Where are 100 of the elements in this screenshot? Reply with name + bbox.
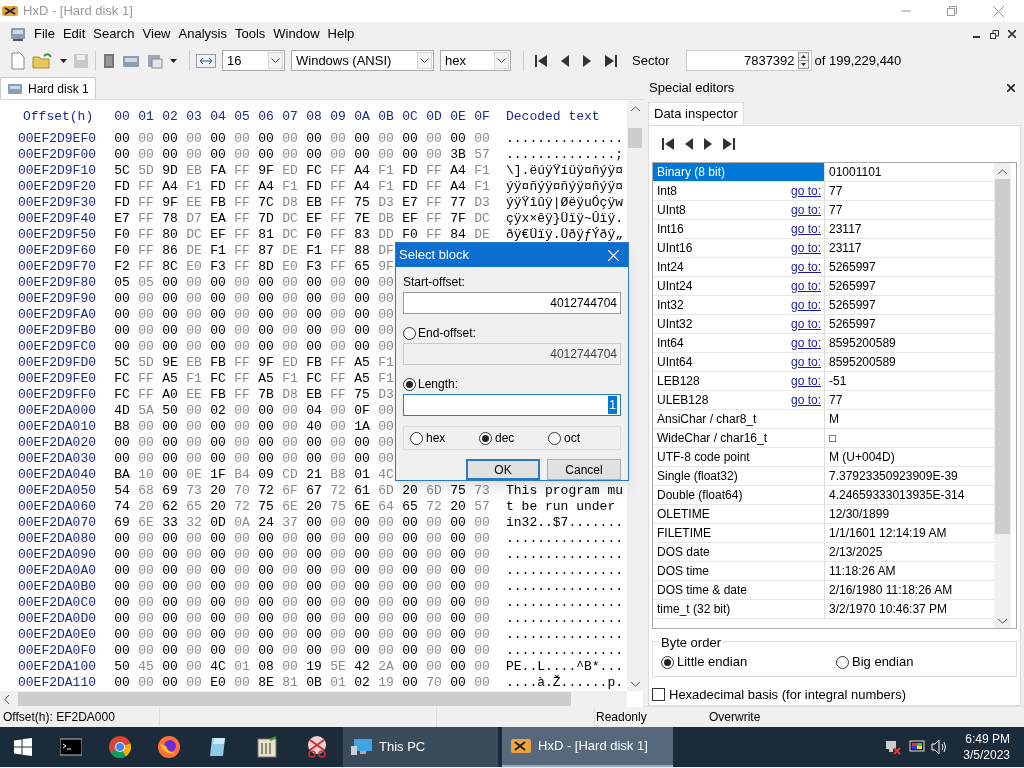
- display-icon[interactable]: [909, 739, 926, 755]
- offset-base-dropdown[interactable]: hex: [440, 50, 511, 71]
- previous-icon[interactable]: [560, 53, 570, 68]
- hex-byte: 00: [185, 290, 203, 309]
- scroll-thumb[interactable]: [628, 128, 642, 148]
- scroll-down-icon[interactable]: [998, 618, 1007, 624]
- go-to-link[interactable]: go to:: [790, 277, 821, 295]
- dropdown-arrow-icon[interactable]: [494, 52, 509, 69]
- scroll-thumb[interactable]: [995, 179, 1010, 534]
- go-to-link[interactable]: go to:: [790, 334, 821, 352]
- clock-date[interactable]: 3/5/2023: [963, 747, 1010, 763]
- menu-item[interactable]: View: [138, 24, 175, 44]
- menu-item[interactable]: File: [30, 24, 59, 44]
- browser-icon[interactable]: [109, 736, 131, 758]
- menu-item[interactable]: Analysis: [174, 24, 231, 44]
- radio-button[interactable]: [403, 326, 416, 340]
- menu-item[interactable]: Edit: [58, 24, 90, 44]
- go-to-link[interactable]: go to:: [790, 258, 821, 276]
- panel-tab[interactable]: Data inspector: [648, 102, 744, 125]
- scroll-up-icon[interactable]: [630, 106, 640, 112]
- input-field[interactable]: 1: [403, 394, 621, 416]
- go-to-link[interactable]: go to:: [790, 201, 821, 219]
- last-icon[interactable]: [604, 53, 618, 68]
- checkbox[interactable]: [652, 688, 665, 702]
- first-icon[interactable]: [534, 53, 548, 68]
- last-icon[interactable]: [722, 137, 736, 151]
- caret-icon[interactable]: [170, 58, 177, 63]
- cancel-button[interactable]: Cancel: [547, 459, 621, 480]
- go-to-link[interactable]: go to:: [790, 182, 821, 200]
- browser-icon[interactable]: [158, 736, 180, 758]
- sector-field[interactable]: 7837392: [685, 50, 812, 71]
- dropdown-arrow-icon[interactable]: [268, 52, 283, 69]
- go-to-link[interactable]: go to:: [790, 353, 821, 371]
- go-to-link[interactable]: go to:: [790, 220, 821, 238]
- radio-button[interactable]: [548, 431, 561, 445]
- go-to-link[interactable]: go to:: [790, 315, 821, 333]
- clock-time[interactable]: 6:49 PM: [965, 731, 1010, 747]
- bytes-per-row-dropdown[interactable]: 16: [222, 50, 285, 71]
- vertical-scrollbar[interactable]: [627, 100, 643, 691]
- caret-icon[interactable]: [60, 58, 67, 63]
- input-field[interactable]: 4012744704: [403, 343, 621, 365]
- next-icon[interactable]: [582, 53, 592, 68]
- network-icon[interactable]: [885, 739, 902, 755]
- go-to-link[interactable]: go to:: [790, 296, 821, 314]
- go-to-link[interactable]: go to:: [790, 391, 821, 409]
- scroll-thumb[interactable]: [18, 692, 571, 706]
- dropdown-arrow-icon[interactable]: [417, 52, 432, 69]
- hex-byte: 00: [161, 450, 179, 469]
- horizontal-scrollbar[interactable]: [0, 691, 627, 707]
- row-offset: 00EF2DA050: [17, 482, 97, 501]
- close-icon[interactable]: [1008, 30, 1016, 38]
- go-to-link[interactable]: go to:: [790, 372, 821, 390]
- document-tab[interactable]: Hard disk 1: [0, 77, 96, 99]
- hex-byte: 00: [353, 130, 371, 149]
- hex-byte: ED: [281, 162, 299, 181]
- document-icon[interactable]: [102, 52, 116, 69]
- taskbar-button[interactable]: HxD - [Hard disk 1]: [502, 727, 673, 767]
- windows-logo-icon[interactable]: [14, 738, 32, 756]
- row-offset: 00EF2DA0E0: [17, 626, 97, 645]
- hex-byte: 00: [425, 642, 443, 661]
- scroll-down-icon[interactable]: [630, 681, 640, 687]
- menu-item[interactable]: Help: [323, 24, 359, 44]
- hex-byte: 00: [185, 322, 203, 341]
- taskbar-button[interactable]: This PC: [343, 727, 498, 767]
- go-to-link[interactable]: go to:: [790, 239, 821, 257]
- scissors-icon[interactable]: [305, 736, 329, 758]
- hex-byte: 00: [425, 546, 443, 565]
- previous-icon[interactable]: [684, 137, 694, 151]
- first-icon[interactable]: [661, 137, 675, 151]
- menu-item[interactable]: Search: [89, 24, 139, 44]
- scroll-left-icon[interactable]: [4, 694, 10, 704]
- hex-byte: 00: [305, 642, 323, 661]
- menu-item[interactable]: Tools: [230, 24, 270, 44]
- vertical-scrollbar[interactable]: [994, 163, 1011, 628]
- encoding-dropdown[interactable]: Windows (ANSI): [291, 50, 434, 71]
- open-folder-icon[interactable]: [32, 51, 54, 70]
- radio-button[interactable]: [410, 431, 423, 445]
- terminal-icon[interactable]: [60, 738, 82, 756]
- input-field[interactable]: 4012744704: [403, 292, 621, 314]
- hex-byte: 00: [209, 530, 227, 549]
- hex-byte: DE: [281, 242, 299, 261]
- ok-button[interactable]: OK: [466, 459, 540, 480]
- hex-byte: 00: [281, 418, 299, 437]
- hex-byte: 9E: [161, 354, 179, 373]
- dialog-title: Select block: [399, 246, 471, 265]
- next-icon[interactable]: [703, 137, 713, 151]
- close-icon[interactable]: [1007, 84, 1015, 92]
- restore-icon[interactable]: [990, 29, 999, 39]
- menu-item[interactable]: Window: [269, 24, 324, 44]
- radio-button[interactable]: [836, 655, 849, 669]
- spinner-icon[interactable]: [797, 52, 809, 69]
- radio-button[interactable]: [479, 431, 492, 445]
- scroll-up-icon[interactable]: [998, 169, 1007, 175]
- hex-byte: 73: [473, 482, 491, 501]
- row-offset: 00EF2DA100: [17, 658, 97, 677]
- radio-button[interactable]: [403, 377, 416, 391]
- hex-byte: E0: [185, 258, 203, 277]
- hex-byte: 7D: [257, 210, 275, 229]
- spreadsheet-icon[interactable]: [256, 736, 278, 758]
- radio-button[interactable]: [661, 655, 674, 669]
